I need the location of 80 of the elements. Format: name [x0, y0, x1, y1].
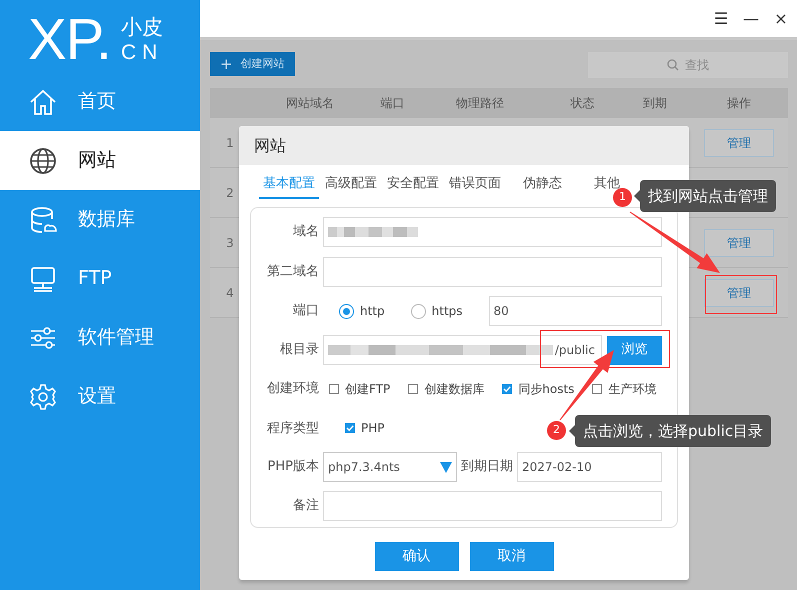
option-label: PHP — [361, 420, 384, 438]
cancel-button[interactable]: 取消 — [470, 542, 554, 571]
search-field[interactable]: 查找 — [588, 52, 788, 78]
manage-button[interactable]: 管理 — [704, 228, 774, 256]
tab[interactable]: 伪静态 — [519, 171, 566, 199]
input-field[interactable] — [323, 257, 662, 287]
close-icon[interactable]: × — [773, 6, 789, 30]
field-label: 第二域名 — [266, 263, 320, 282]
tab[interactable]: 基本配置 — [259, 171, 319, 199]
row-number: 1 — [225, 134, 235, 152]
create-site-button[interactable]: + 创建网站 — [210, 52, 295, 76]
settings-icon — [28, 382, 58, 412]
checkbox[interactable] — [592, 384, 602, 394]
sidebar-item[interactable]: 数据库 — [0, 190, 200, 249]
globe-icon — [28, 146, 58, 176]
callout-pointer — [634, 190, 640, 202]
field-label: 根目录 — [279, 341, 320, 360]
logo-mark: XP. — [28, 11, 112, 69]
minimize-icon[interactable]: — — [743, 6, 759, 30]
input-field[interactable] — [323, 491, 662, 521]
sidebar-item[interactable]: FTP — [0, 249, 200, 308]
manage-button[interactable]: 管理 — [704, 278, 774, 306]
row-number: 4 — [225, 284, 235, 302]
row-number: 3 — [225, 234, 235, 252]
browse-button[interactable]: 浏览 — [607, 336, 662, 364]
row-number: 2 — [225, 184, 235, 202]
input-field[interactable] — [323, 217, 662, 247]
callout-pointer — [569, 425, 575, 437]
logo-text: 小皮 — [121, 14, 164, 40]
search-icon — [667, 59, 679, 71]
select-value: php7.3.4nts — [328, 459, 400, 476]
tab[interactable]: 高级配置 — [321, 171, 381, 199]
dropdown-arrow-icon — [440, 462, 452, 472]
callout: 点击浏览，选择public目录 — [575, 415, 772, 447]
field-label: 程序类型 — [266, 420, 320, 438]
plus-icon: + — [220, 52, 233, 76]
select-field[interactable]: php7.3.4nts — [323, 452, 457, 482]
highlight-frame — [705, 275, 777, 314]
field-label: 端口 — [292, 302, 320, 320]
logo-text: CN — [121, 40, 164, 66]
menu-icon[interactable]: ☰ — [713, 6, 729, 30]
checkbox[interactable] — [345, 423, 355, 434]
path-text: /public — [554, 342, 595, 359]
confirm-button[interactable]: 确认 — [374, 542, 458, 571]
option-label: http — [360, 303, 385, 320]
dialog-title: 网站 — [254, 134, 286, 156]
sidebar-item[interactable]: 首页 — [0, 72, 200, 131]
column-header: 物理路径 — [455, 95, 505, 112]
option-label: 同步hosts — [518, 380, 574, 398]
sidebar-item[interactable]: 网站 — [0, 131, 200, 190]
column-header: 网站域名 — [285, 95, 335, 112]
input-field[interactable]: /public — [323, 335, 602, 365]
sidebar-item[interactable]: 软件管理 — [0, 308, 200, 367]
tab[interactable]: 安全配置 — [383, 171, 443, 199]
field-label: 创建环境 — [266, 380, 320, 398]
search-placeholder: 查找 — [685, 57, 709, 74]
field-label: 域名 — [292, 223, 320, 242]
sidebar-item[interactable]: 设置 — [0, 367, 200, 426]
tab[interactable]: 错误页面 — [445, 171, 505, 199]
option-label: 创建数据库 — [424, 380, 484, 398]
column-header: 状态 — [570, 95, 596, 112]
input-field[interactable]: 80 — [488, 296, 662, 326]
column-header: 操作 — [726, 95, 752, 112]
database-icon — [28, 204, 58, 234]
checkbox[interactable] — [329, 384, 339, 394]
callout: 找到网站点击管理 — [640, 180, 776, 212]
option-label: 创建FTP — [345, 380, 390, 398]
date-field[interactable]: 2027-02-10 — [517, 452, 662, 482]
manage-button[interactable]: 管理 — [704, 128, 774, 156]
field-label: PHP版本 — [266, 458, 320, 476]
radio-button[interactable] — [410, 304, 426, 318]
option-label: https — [432, 303, 463, 320]
checkbox[interactable] — [502, 384, 512, 394]
radio-button[interactable] — [339, 304, 354, 318]
column-header: 端口 — [380, 95, 406, 112]
option-label: 生产环境 — [608, 380, 656, 398]
field-label: 到期日期 — [460, 458, 514, 476]
field-label: 备注 — [292, 497, 320, 516]
checkbox[interactable] — [408, 384, 418, 394]
column-header: 到期 — [642, 95, 668, 112]
